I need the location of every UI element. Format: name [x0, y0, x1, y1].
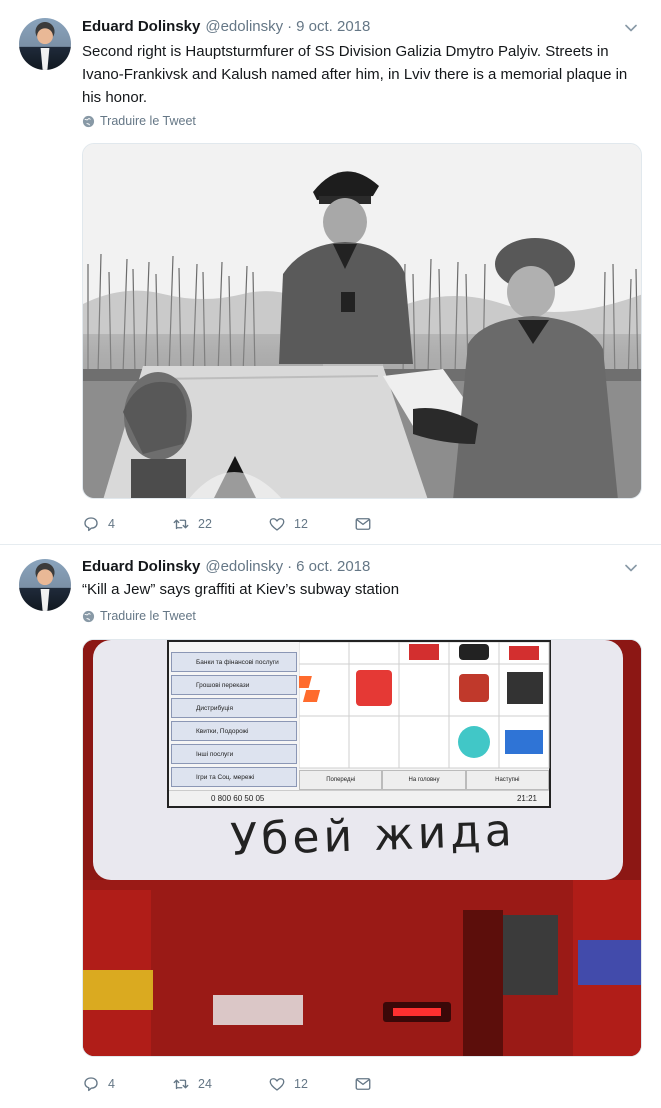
- retweet-button[interactable]: 24: [172, 1075, 268, 1093]
- author-handle[interactable]: @edolinsky: [205, 558, 283, 575]
- chevron-down-icon[interactable]: [623, 20, 639, 36]
- kiosk-menu-item: Грошові перекази: [171, 675, 297, 695]
- reply-count: 4: [108, 1077, 115, 1091]
- kiosk-menu-item: Банки та фінансові послуги: [171, 652, 297, 672]
- translate-tweet-link[interactable]: Traduire le Tweet: [82, 609, 196, 623]
- reply-button[interactable]: 4: [82, 515, 172, 533]
- kiosk-menu-item: Квитки, Подорожі: [171, 721, 297, 741]
- avatar[interactable]: [19, 559, 71, 611]
- kiosk-time: 21:21: [516, 794, 537, 803]
- kiosk-nav-prev: Попередні: [299, 770, 383, 790]
- direct-message-button[interactable]: [354, 515, 380, 533]
- chevron-down-icon[interactable]: [623, 560, 639, 576]
- retweet-icon: [173, 1079, 189, 1090]
- tweet-text: “Kill a Jew” says graffiti at Kiev’s sub…: [82, 581, 400, 598]
- kiosk-status-bar: 0 800 60 50 05 21:21: [169, 790, 549, 806]
- reply-icon: [84, 1077, 98, 1092]
- direct-message-button[interactable]: [354, 1075, 380, 1093]
- tweet-actions: 4 24 12: [82, 1075, 380, 1093]
- tweet-photo[interactable]: Банки та фінансові послуги Грошові перек…: [82, 639, 642, 1057]
- translate-label: Traduire le Tweet: [100, 114, 196, 128]
- retweet-count: 24: [198, 1077, 212, 1091]
- tweet-date[interactable]: 9 oct. 2018: [296, 18, 370, 35]
- ss-officers-photo: [83, 144, 641, 498]
- kiosk-menu-item: Дистрибуція: [171, 698, 297, 718]
- retweet-count: 22: [198, 517, 212, 531]
- like-button[interactable]: 12: [268, 1075, 354, 1093]
- kiosk-nav-home: На головну: [382, 770, 466, 790]
- kiosk-nav-bar: Попередні На головну Наступні: [299, 770, 549, 790]
- separator: ·: [287, 18, 293, 35]
- kiosk-screen: Банки та фінансові послуги Грошові перек…: [167, 640, 551, 808]
- author-name[interactable]: Eduard Dolinsky: [82, 18, 200, 35]
- tweet-date[interactable]: 6 oct. 2018: [296, 558, 370, 575]
- tweet-header: Eduard Dolinsky @edolinsky · 6 oct. 2018: [82, 558, 370, 580]
- reply-icon: [84, 517, 98, 532]
- retweet-icon: [173, 519, 189, 530]
- translate-label: Traduire le Tweet: [100, 609, 196, 623]
- kiosk-nav-next: Наступні: [465, 770, 549, 790]
- globe-icon: [82, 115, 95, 127]
- reply-count: 4: [108, 517, 115, 531]
- retweet-button[interactable]: 22: [172, 515, 268, 533]
- translate-tweet-link[interactable]: Traduire le Tweet: [82, 114, 196, 128]
- kiosk-menu: Банки та фінансові послуги Грошові перек…: [171, 652, 297, 790]
- tweet-actions: 4 22 12: [82, 515, 380, 533]
- like-button[interactable]: 12: [268, 515, 354, 533]
- kiosk-tile-grid: [299, 642, 550, 769]
- globe-icon: [82, 610, 95, 622]
- author-name[interactable]: Eduard Dolinsky: [82, 558, 200, 575]
- like-count: 12: [294, 1077, 308, 1091]
- tweet[interactable]: Eduard Dolinsky @edolinsky · 9 oct. 2018…: [0, 0, 661, 545]
- tweet[interactable]: Eduard Dolinsky @edolinsky · 6 oct. 2018…: [0, 545, 661, 1108]
- tweet-photo[interactable]: [82, 143, 642, 499]
- kiosk-menu-item: Інші послуги: [171, 744, 297, 764]
- reply-button[interactable]: 4: [82, 1075, 172, 1093]
- avatar[interactable]: [19, 18, 71, 70]
- heart-icon: [269, 518, 285, 531]
- kiosk-menu-item: Ігри та Соц. мережі: [171, 767, 297, 787]
- author-handle[interactable]: @edolinsky: [205, 18, 283, 35]
- kiosk-phone: 0 800 60 50 05: [211, 794, 265, 803]
- separator: ·: [287, 558, 293, 575]
- tweet-text: Second right is Hauptsturmfurer of SS Di…: [82, 43, 628, 106]
- tweet-header: Eduard Dolinsky @edolinsky · 9 oct. 2018: [82, 18, 370, 40]
- heart-icon: [269, 1078, 285, 1091]
- envelope-icon: [355, 1078, 371, 1090]
- envelope-icon: [355, 518, 371, 530]
- like-count: 12: [294, 517, 308, 531]
